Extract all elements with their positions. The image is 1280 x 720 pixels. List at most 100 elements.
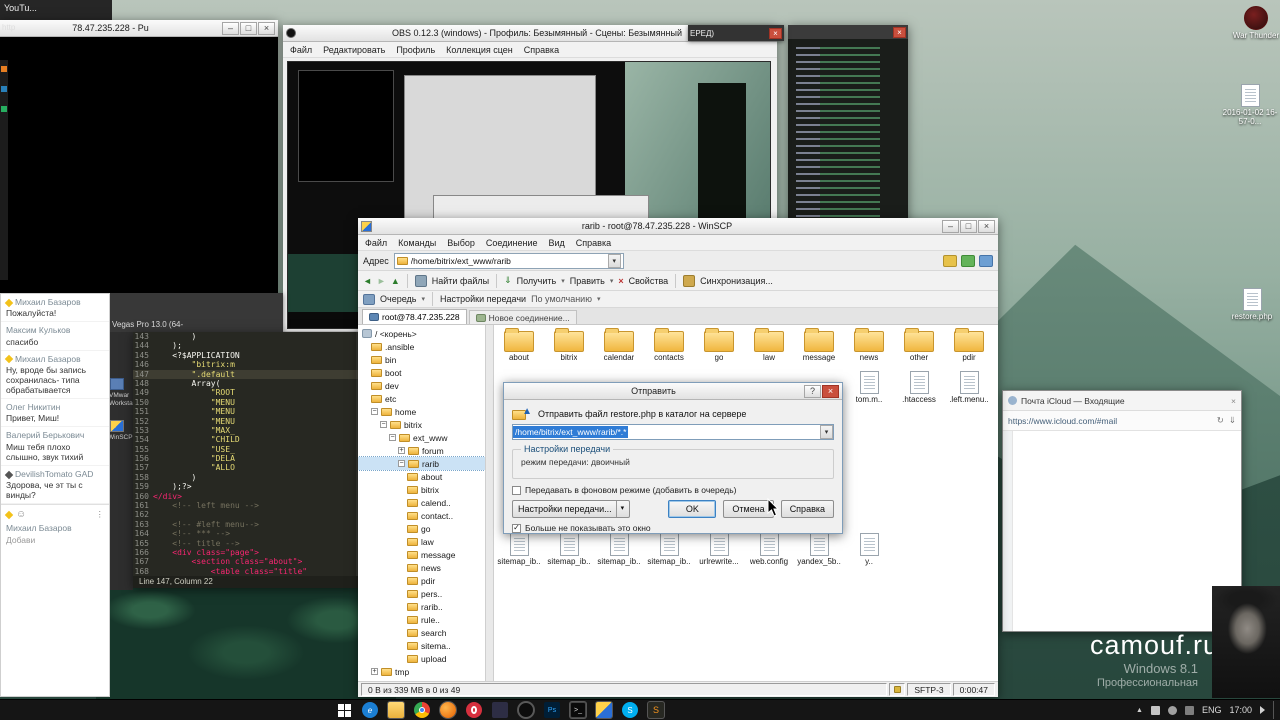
tray-expand-icon[interactable]: ▲ <box>1136 707 1143 714</box>
tree-item[interactable]: + forum <box>358 444 485 457</box>
emoji-icon[interactable]: ☺ <box>16 509 26 520</box>
browser-tab-title[interactable]: Почта iCloud — Входящие <box>1021 396 1227 406</box>
tree-item[interactable]: .ansible <box>358 340 485 353</box>
clock[interactable]: 17:00 <box>1229 705 1252 715</box>
file-item[interactable]: other <box>894 328 944 362</box>
tree-item[interactable]: bitrix <box>358 483 485 496</box>
network-icon[interactable] <box>1184 705 1194 715</box>
chat-message[interactable]: Максим Кульков спасибо <box>1 322 109 351</box>
file-item[interactable]: .htaccess <box>894 371 944 404</box>
close-icon[interactable]: × <box>893 26 906 38</box>
session-tab-new[interactable]: Новое соединение... <box>468 310 577 324</box>
winscp-titlebar[interactable]: rarib - root@78.47.235.228 - WinSCP – □ … <box>358 218 998 235</box>
file-item[interactable]: go <box>694 328 744 362</box>
dont-show-row[interactable]: ✓ Больше не показывать это окно <box>512 523 834 533</box>
tree-item[interactable]: dev <box>358 379 485 392</box>
file-item[interactable]: .left.menu.. <box>944 371 994 404</box>
session-tab-active[interactable]: root@78.47.235.228 <box>362 309 467 324</box>
file-item[interactable]: yandex_5b.. <box>794 533 844 566</box>
file-item[interactable]: urlrewrite... <box>694 533 744 566</box>
close-button[interactable]: × <box>258 21 275 35</box>
obs-menu-help[interactable]: Справка <box>524 45 559 55</box>
file-item[interactable]: about <box>494 328 544 362</box>
obs-menu-edit[interactable]: Редактировать <box>323 45 385 55</box>
opera-icon[interactable] <box>466 702 482 718</box>
skype-icon[interactable]: S <box>622 702 638 718</box>
obs-menu-file[interactable]: Файл <box>290 45 312 55</box>
tree-scrollbar[interactable] <box>486 325 494 681</box>
file-item[interactable]: bitrix <box>544 328 594 362</box>
maximize-button[interactable]: □ <box>960 219 977 233</box>
tree-item[interactable]: − home <box>358 405 485 418</box>
tree-item[interactable]: law <box>358 535 485 548</box>
chat-message[interactable]: DevilishTomato GAD Здорова, че эт ты с в… <box>1 466 109 505</box>
winscp-icon[interactable] <box>596 702 612 718</box>
obs-icon[interactable] <box>518 702 534 718</box>
file-item[interactable]: news <box>844 328 894 362</box>
back-icon[interactable]: ◄ <box>363 276 372 286</box>
desktop-icon-restore-php[interactable]: restore.php <box>1227 288 1277 322</box>
collapse-icon[interactable]: − <box>398 460 405 467</box>
desktop-icon-war-thunder[interactable]: War Thunder <box>1232 6 1280 41</box>
close-button[interactable]: × <box>978 219 995 233</box>
queue-button[interactable]: Очередь <box>380 294 416 304</box>
sync-icon[interactable] <box>683 274 696 287</box>
tree-item[interactable]: calend.. <box>358 496 485 509</box>
download-icon[interactable]: ⇓ <box>1229 415 1236 426</box>
desktop-icon-video-file[interactable]: 2016-01-02 16-57-0... <box>1222 84 1278 127</box>
obs-menu-profile[interactable]: Профиль <box>396 45 435 55</box>
tree-item[interactable]: boot <box>358 366 485 379</box>
menu-file[interactable]: Файл <box>365 238 387 248</box>
minimize-button[interactable]: – <box>222 21 239 35</box>
tree-item[interactable]: message <box>358 548 485 561</box>
browser-content[interactable] <box>1003 431 1241 631</box>
address-combobox[interactable]: /home/bitrix/ext_www/rarib ▾ <box>393 252 624 269</box>
menu-help[interactable]: Справка <box>576 238 611 248</box>
tree-item[interactable]: rule.. <box>358 613 485 626</box>
dropdown-icon[interactable]: ▾ <box>421 295 425 303</box>
menu-session[interactable]: Соединение <box>486 238 538 248</box>
chrome-icon[interactable] <box>414 702 430 718</box>
background-checkbox[interactable] <box>512 485 521 495</box>
file-item[interactable]: sitemap_ib.. <box>544 533 594 566</box>
home-icon[interactable] <box>979 254 993 267</box>
file-item[interactable]: web.config <box>744 533 794 566</box>
ok-button[interactable]: OK <box>668 500 717 518</box>
refresh-icon[interactable]: ↻ <box>1217 415 1224 426</box>
chat-message[interactable]: Михаил Базаров Пожалуйста! <box>1 294 109 323</box>
code-editor-window[interactable]: 143 ) 144 ); 145 <?$APPLICATION 146 "bit… <box>133 332 362 588</box>
explorer-icon[interactable] <box>388 702 404 718</box>
close-icon[interactable]: × <box>769 27 782 39</box>
dropdown-icon[interactable]: ▾ <box>820 425 833 439</box>
chat-message[interactable]: Валерий Берькович Миш тебя плохо слышно,… <box>1 427 109 466</box>
tree-item[interactable]: bin <box>358 353 485 366</box>
code-editor-body[interactable]: 143 ) 144 ); 145 <?$APPLICATION 146 "bit… <box>133 332 362 576</box>
notification-flag-icon[interactable] <box>1260 706 1265 714</box>
file-item[interactable]: sitemap_ib.. <box>494 533 544 566</box>
tree-item[interactable]: / <корень> <box>358 327 485 340</box>
maximize-button[interactable]: □ <box>240 21 257 35</box>
action-center-icon[interactable] <box>1150 705 1160 715</box>
collapse-icon[interactable]: − <box>380 421 387 428</box>
tree-item[interactable]: go <box>358 522 485 535</box>
tree-item[interactable]: contact.. <box>358 509 485 522</box>
download-button[interactable]: Получить <box>517 276 557 286</box>
remote-path-input[interactable]: /home/bitrix/ext_www/rarib/*.* ▾ <box>512 424 834 440</box>
browser-url[interactable]: https://www.icloud.com/#mail <box>1008 416 1212 426</box>
menu-commands[interactable]: Команды <box>398 238 436 248</box>
background-transfer-row[interactable]: Передавать в фоновом режиме (добавить в … <box>512 485 834 495</box>
chat-message[interactable]: Михаил Базаров Ну, вроде бы запись сохра… <box>1 351 109 400</box>
file-item[interactable]: law <box>744 328 794 362</box>
putty-terminal-area[interactable] <box>0 37 278 294</box>
dialog-titlebar[interactable]: Отправить ? × <box>504 383 842 400</box>
transfer-settings-button[interactable]: Настройки передачи... ▾ <box>512 500 631 518</box>
refresh-icon[interactable] <box>961 254 975 267</box>
delete-icon[interactable]: × <box>618 276 623 286</box>
tree-item[interactable]: etc <box>358 392 485 405</box>
firefox-icon[interactable] <box>440 702 456 718</box>
volume-icon[interactable] <box>1167 705 1177 715</box>
find-files-button[interactable]: Найти файлы <box>432 276 489 286</box>
transfer-settings-label[interactable]: Настройки передачи <box>440 294 526 304</box>
file-item[interactable]: contacts <box>644 328 694 362</box>
file-item[interactable]: message <box>794 328 844 362</box>
